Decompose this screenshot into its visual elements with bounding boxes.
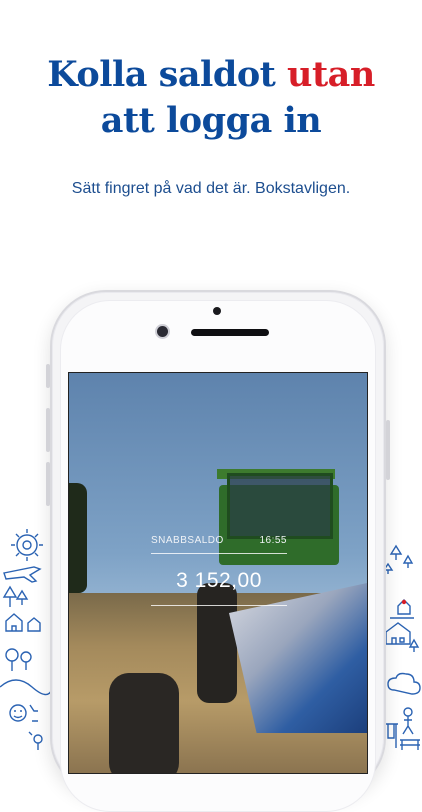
balance-divider-top: [151, 553, 287, 554]
house-icon: [5, 613, 41, 632]
proximity-sensor: [213, 307, 221, 315]
hill-icon: [0, 679, 52, 696]
tree-silhouette: [69, 483, 87, 593]
right-doodles: [382, 544, 421, 750]
house-icon: [385, 622, 411, 645]
left-doodles: [0, 529, 52, 750]
headline-accent: utan: [287, 54, 375, 95]
volume-up-button: [46, 408, 50, 452]
headline-line-1: Kolla saldot utan: [0, 52, 422, 98]
flower-icon: [28, 731, 43, 750]
mute-switch: [46, 364, 50, 388]
power-button: [386, 420, 390, 480]
tree-icon: [382, 544, 414, 574]
balloon-icon: [5, 648, 32, 671]
house-icon: [390, 599, 414, 619]
tractor-cab: [227, 473, 333, 539]
balance-timestamp: 16:55: [259, 535, 287, 546]
earpiece-speaker: [191, 329, 269, 336]
swing-icon: [383, 723, 398, 748]
account-balance: 3 152,00: [176, 569, 262, 592]
sun-icon: [11, 529, 43, 561]
bench-icon: [400, 739, 420, 750]
headline-prefix: Kolla saldot: [47, 54, 276, 95]
cloud-icon: [387, 672, 421, 695]
tree-icon: [2, 585, 29, 607]
quick-balance-label: SNABBSALDO: [151, 535, 224, 546]
front-camera-icon: [157, 326, 168, 337]
page-headline: Kolla saldot utan att logga in: [0, 52, 422, 144]
person-icon: [402, 707, 414, 735]
page-subtitle: Sätt fingret på vad det är. Bokstavligen…: [71, 180, 351, 197]
volume-down-button: [46, 462, 50, 506]
headline-line-2: att logga in: [100, 100, 322, 141]
phone-mockup: SNABBSALDO 16:55 3 152,00: [46, 290, 390, 812]
tractor-rear-wheel: [197, 583, 237, 703]
person-icon: [9, 704, 38, 722]
airplane-icon: [3, 566, 42, 583]
phone-screen: SNABBSALDO 16:55 3 152,00: [68, 372, 368, 774]
tractor-front-wheel: [109, 673, 179, 773]
balance-divider-bottom: [151, 605, 287, 606]
tree-icon: [408, 638, 420, 652]
